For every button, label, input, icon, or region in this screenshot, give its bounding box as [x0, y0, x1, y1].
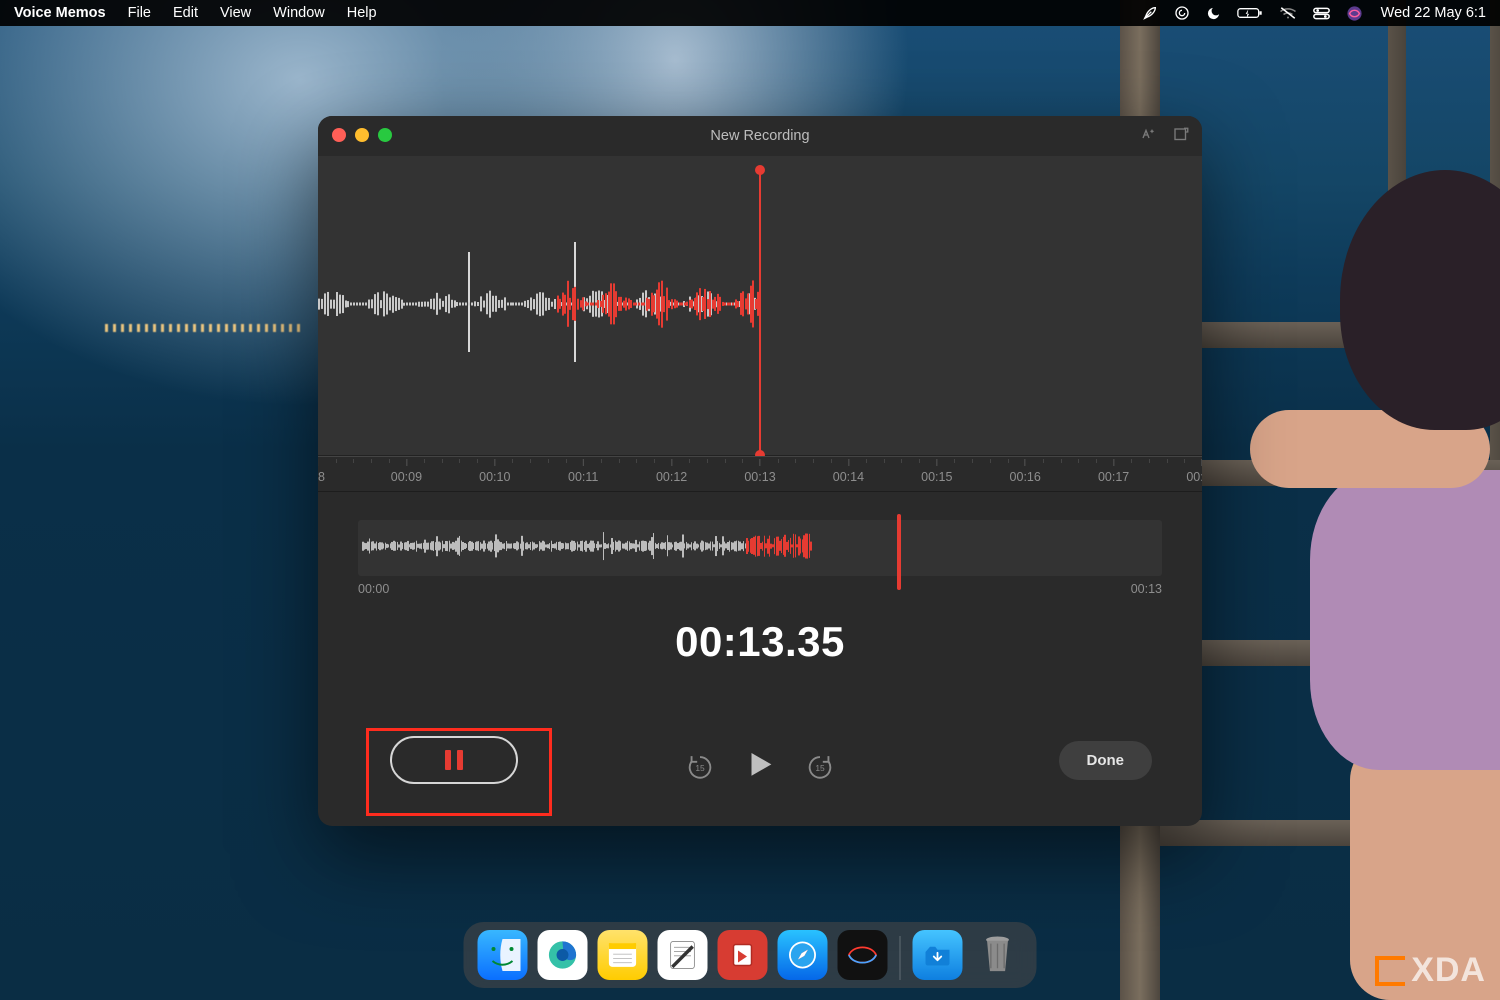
menu-file[interactable]: File — [117, 5, 162, 21]
trim-icon[interactable] — [1172, 126, 1190, 149]
ruler-tick: 00:11 — [568, 459, 598, 484]
ruler-tick: 00:15 — [921, 459, 952, 484]
waveform-main[interactable] — [318, 156, 1202, 456]
dock-textedit[interactable] — [658, 930, 708, 980]
playhead[interactable] — [759, 170, 761, 455]
battery-icon[interactable] — [1229, 6, 1271, 20]
enhance-icon[interactable] — [1140, 126, 1158, 149]
overview-end: 00:13 — [1131, 582, 1162, 596]
feather-icon[interactable] — [1134, 5, 1166, 21]
menu-window[interactable]: Window — [262, 5, 336, 21]
ruler-tick: 00:09 — [391, 459, 422, 484]
dock-voicememos[interactable] — [838, 930, 888, 980]
ruler-tick: 00:17 — [1098, 459, 1129, 484]
ruler-tick: 00:18 — [1186, 459, 1202, 484]
window-title: New Recording — [710, 128, 809, 144]
dock — [464, 922, 1037, 988]
moon-icon[interactable] — [1198, 6, 1229, 21]
pause-button[interactable] — [390, 736, 518, 784]
window-minimize[interactable] — [355, 128, 369, 142]
play-button[interactable] — [743, 747, 777, 786]
wifi-off-icon[interactable] — [1271, 6, 1305, 20]
menubar: Voice Memos File Edit View Window Help W… — [0, 0, 1500, 26]
window-zoom[interactable] — [378, 128, 392, 142]
menu-view[interactable]: View — [209, 5, 262, 21]
svg-text:15: 15 — [815, 763, 825, 773]
ruler-tick: 00:13 — [744, 459, 775, 484]
menu-help[interactable]: Help — [336, 5, 388, 21]
dock-pdf[interactable] — [718, 930, 768, 980]
window-controls — [332, 128, 392, 142]
dock-trash[interactable] — [973, 930, 1023, 980]
pause-icon — [445, 750, 463, 770]
dock-separator — [900, 936, 901, 980]
control-center-icon[interactable] — [1305, 7, 1338, 20]
ruler-tick: 08 — [318, 459, 325, 484]
ruler-tick: 00:16 — [1010, 459, 1041, 484]
dock-edge[interactable] — [538, 930, 588, 980]
dock-finder[interactable] — [478, 930, 528, 980]
siri-icon[interactable] — [1338, 5, 1371, 22]
waveform-overview[interactable]: 00:00 00:13 — [318, 492, 1202, 596]
titlebar: New Recording — [318, 116, 1202, 156]
overview-cursor[interactable] — [897, 514, 901, 590]
ruler-tick: 00:10 — [479, 459, 510, 484]
done-button[interactable]: Done — [1059, 741, 1153, 780]
dock-safari[interactable] — [778, 930, 828, 980]
skip-back-15-button[interactable]: 15 — [685, 752, 715, 782]
wallpaper-lights — [105, 324, 305, 332]
overview-start: 00:00 — [358, 582, 389, 596]
controls-row: 15 15 Done — [318, 714, 1202, 826]
menubar-clock[interactable]: Wed 22 May 6:1 — [1371, 5, 1486, 21]
window-close[interactable] — [332, 128, 346, 142]
grammarly-icon[interactable] — [1166, 5, 1198, 21]
menu-edit[interactable]: Edit — [162, 5, 209, 21]
record-timer: 00:13.35 — [318, 618, 1202, 666]
menubar-app-name[interactable]: Voice Memos — [8, 5, 117, 21]
time-ruler: 08 00:09 00:10 00:11 00:12 00:13 00:14 00:15 00:… — [318, 456, 1202, 492]
dock-notes[interactable] — [598, 930, 648, 980]
ruler-tick: 00:14 — [833, 459, 864, 484]
voice-memos-window: New Recording 08 00:09 00:10 00:11 00:12 00:1… — [318, 116, 1202, 826]
svg-text:15: 15 — [695, 763, 705, 773]
dock-downloads[interactable] — [913, 930, 963, 980]
xda-watermark: XDA — [1375, 951, 1486, 990]
ruler-tick: 00:12 — [656, 459, 687, 484]
skip-forward-15-button[interactable]: 15 — [805, 752, 835, 782]
